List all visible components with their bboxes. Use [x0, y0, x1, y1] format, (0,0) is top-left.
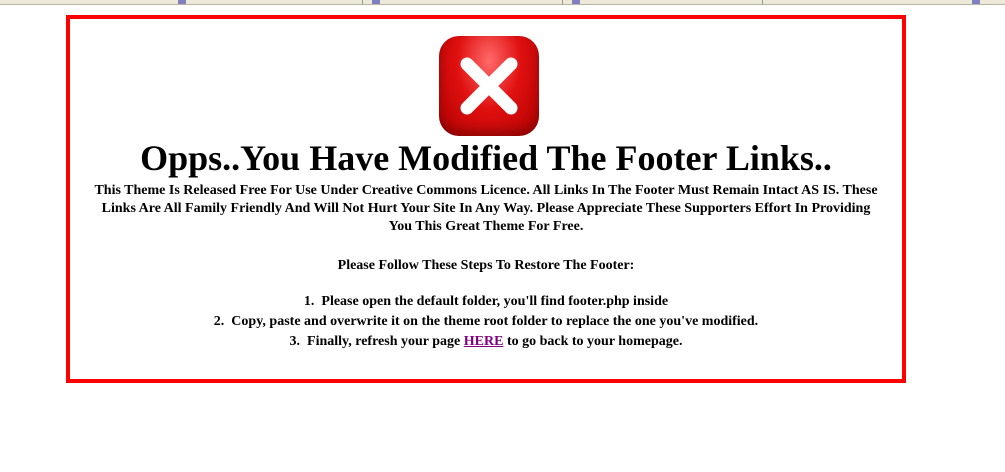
homepage-link[interactable]: HERE	[464, 334, 504, 349]
step-text: Copy, paste and overwrite it on the them…	[231, 314, 759, 329]
steps-heading: Please Follow These Steps To Restore The…	[337, 258, 635, 273]
tab-favicon	[972, 0, 980, 4]
step-number: 2.	[213, 314, 225, 329]
step-text: to go back to your homepage.	[506, 334, 683, 349]
tab-separator	[762, 0, 763, 5]
list-item: 1. Please open the default folder, you'l…	[70, 292, 902, 312]
step-number: 1.	[303, 294, 315, 309]
step-number: 3.	[289, 334, 301, 349]
tab-favicon	[572, 0, 580, 4]
error-panel: Opps..You Have Modified The Footer Links…	[66, 15, 906, 383]
close-x-icon	[439, 36, 539, 136]
restore-steps-list: 1. Please open the default folder, you'l…	[70, 292, 902, 352]
tab-separator	[562, 0, 563, 5]
step-text: Please open the default folder, you'll f…	[321, 294, 669, 309]
page-title: Opps..You Have Modified The Footer Links…	[140, 138, 832, 178]
tab-separator	[362, 0, 363, 5]
browser-tab-strip	[0, 0, 1005, 5]
list-item: 2. Copy, paste and overwrite it on the t…	[70, 312, 902, 332]
tab-favicon	[372, 0, 380, 4]
list-item: 3. Finally, refresh your page HERE to go…	[70, 332, 902, 352]
close-x-icon-glyph	[460, 57, 518, 115]
licence-notice: This Theme Is Released Free For Use Unde…	[94, 183, 878, 234]
tab-favicon	[178, 0, 186, 4]
step-text: Finally, refresh your page	[307, 334, 461, 349]
